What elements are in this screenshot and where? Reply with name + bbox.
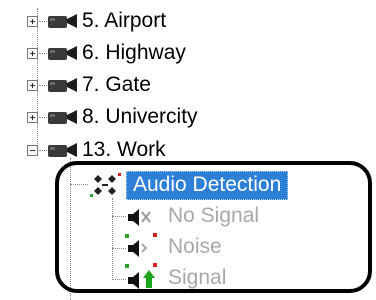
camera-label: 8. Univercity	[82, 105, 198, 128]
camera-label: 5. Airport	[82, 9, 167, 32]
camera-icon	[48, 143, 77, 157]
tree-connector	[39, 21, 47, 22]
collapse-toggle[interactable]	[27, 145, 38, 156]
camera-label: 13. Work	[82, 138, 166, 161]
camera-icon	[48, 14, 77, 28]
tree-connector	[39, 117, 47, 118]
tree-item-camera[interactable]: 8. Univercity	[82, 102, 198, 132]
camera-icon	[48, 78, 77, 92]
tree-connector	[39, 85, 47, 86]
tree-item-camera[interactable]: 7. Gate	[82, 70, 151, 100]
tree-connector	[39, 150, 47, 151]
expand-toggle[interactable]	[27, 80, 38, 91]
camera-icon	[48, 46, 77, 60]
camera-label: 7. Gate	[82, 73, 151, 96]
highlight-annotation	[55, 161, 372, 293]
tree-connector	[39, 53, 47, 54]
object-tree: 5. Airport 6. Highway 7. Gate 8. Univerc…	[0, 0, 376, 300]
expand-toggle[interactable]	[27, 48, 38, 59]
tree-connector	[37, 8, 38, 148]
expand-toggle[interactable]	[27, 16, 38, 27]
expand-toggle[interactable]	[27, 112, 38, 123]
tree-item-camera[interactable]: 6. Highway	[82, 38, 186, 68]
camera-icon	[48, 110, 77, 124]
tree-item-camera[interactable]: 5. Airport	[82, 6, 166, 36]
camera-label: 6. Highway	[82, 41, 186, 64]
